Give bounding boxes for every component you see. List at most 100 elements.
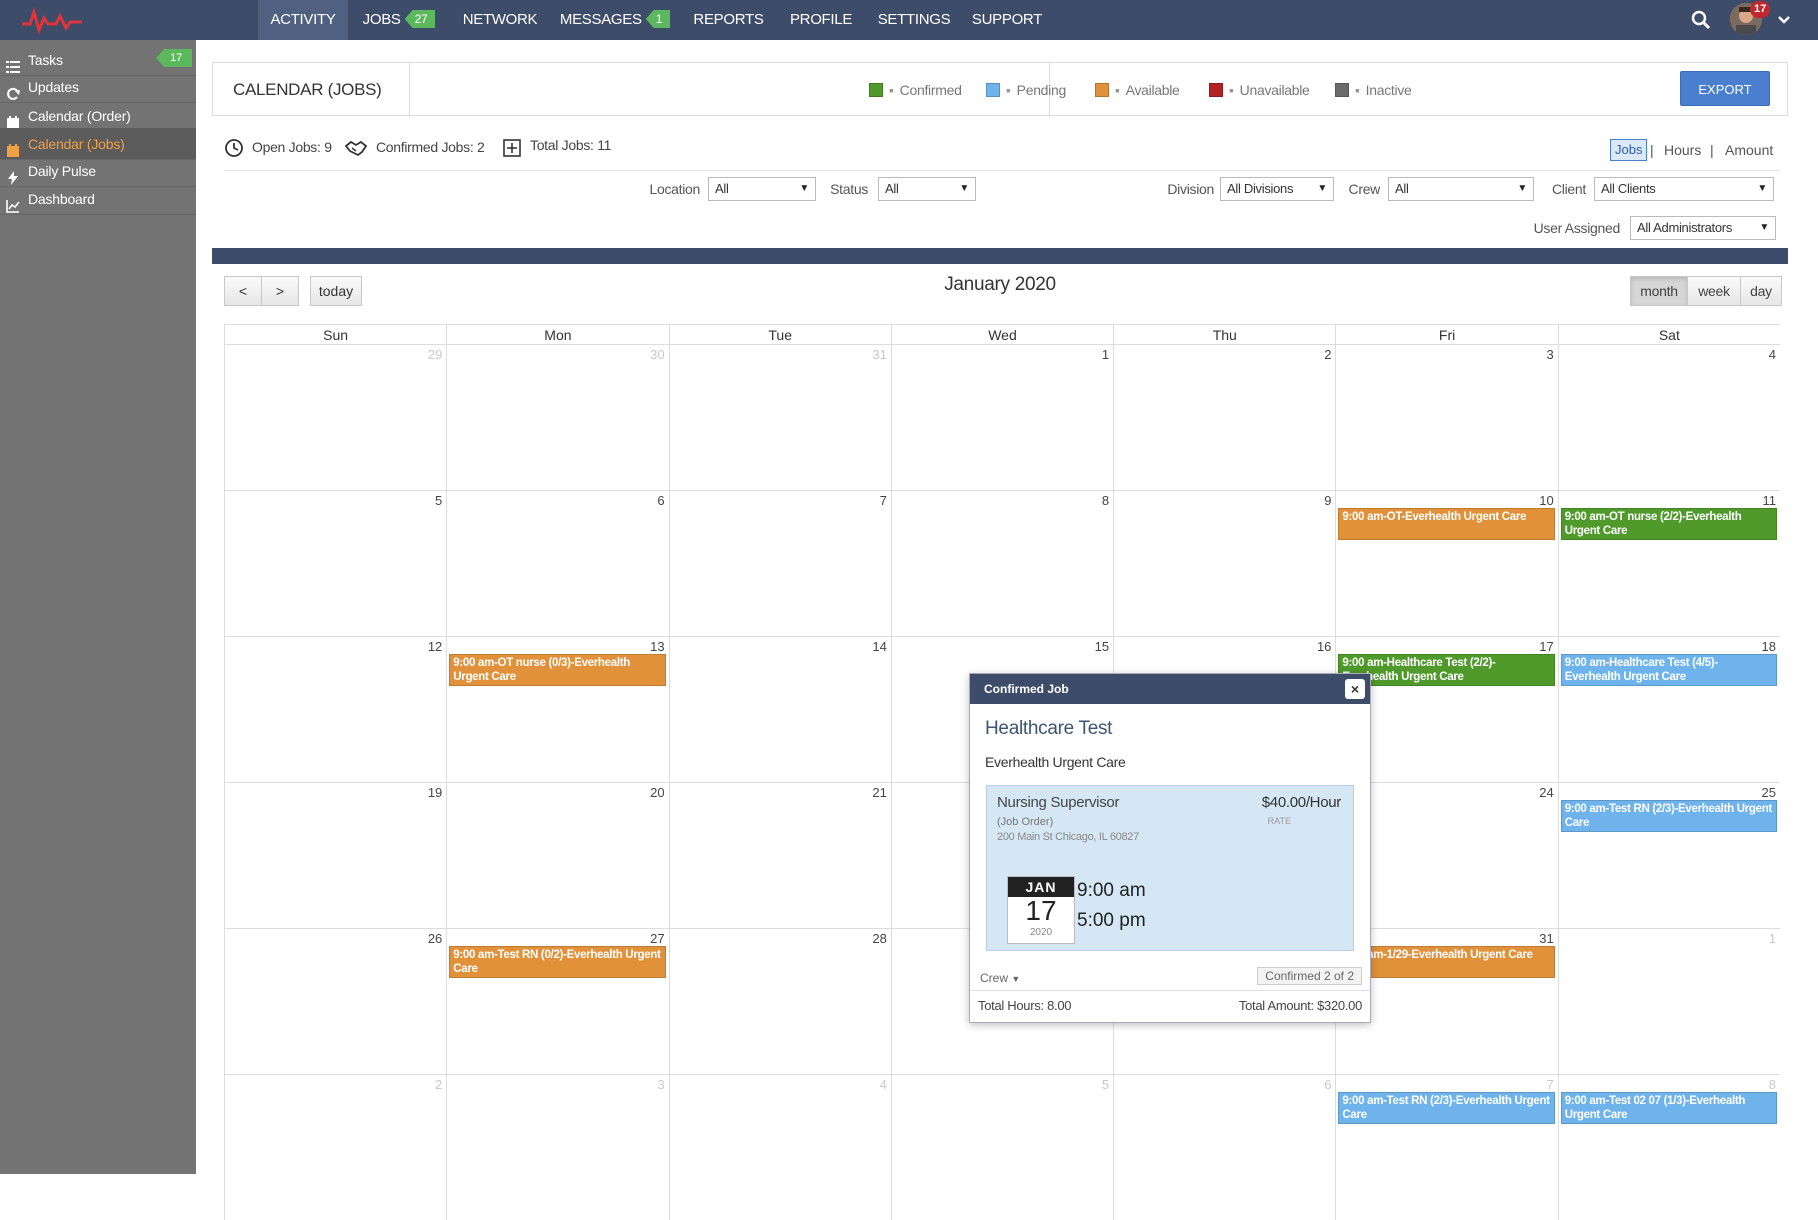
logo-icon[interactable] (22, 6, 92, 34)
popup-header: Confirmed Job (970, 674, 1370, 704)
location-select[interactable]: All ▼ (708, 177, 816, 201)
nav-label: PROFILE (789, 11, 853, 28)
calendar-event[interactable]: 9:00 am-Test RN (2/3)-Everhealth Urgent … (1338, 1092, 1555, 1124)
calendar-event[interactable]: 9:00 am-Test RN (2/3)-Everhealth Urgent … (1560, 800, 1777, 832)
sidebar-item-dashboard[interactable]: Dashboard (0, 183, 196, 215)
day-number: 5 (435, 493, 443, 508)
crew-dropdown[interactable]: Crew ▼ (980, 971, 1020, 985)
day-number: 4 (879, 1077, 887, 1092)
sidebar-item-label: Dashboard (28, 191, 95, 207)
nav-item-messages[interactable]: MESSAGES 1 (550, 0, 680, 40)
day-number: 9 (1324, 493, 1332, 508)
division-select[interactable]: All Divisions ▼ (1220, 177, 1334, 201)
day-cell[interactable]: 28 (668, 928, 891, 1074)
calendar-event[interactable]: 9:00 am-Healthcare Test (4/5)-Everhealth… (1560, 654, 1777, 686)
popup-title: Healthcare Test (985, 718, 1113, 739)
day-cell[interactable]: 12 (224, 636, 447, 782)
job-popup: Confirmed Job × Healthcare Test Everheal… (969, 673, 1371, 1023)
day-cell[interactable]: 5 (890, 1074, 1114, 1220)
view-month-button[interactable]: month (1630, 276, 1688, 306)
day-cell[interactable]: 4 (668, 1074, 891, 1220)
toggle-amount[interactable]: Amount (1725, 139, 1773, 161)
day-cell[interactable]: 6 (1113, 1074, 1336, 1220)
view-week-button[interactable]: week (1687, 276, 1741, 306)
calendar-event[interactable]: 9:00 am-OT-Everhealth Urgent Care (1338, 508, 1555, 540)
calendar-event[interactable]: 9:00 am-OT nurse (2/2)-Everhealth Urgent… (1560, 508, 1777, 540)
nav-label: REPORTS (693, 11, 764, 28)
today-button[interactable]: today (310, 276, 362, 306)
day-cell[interactable]: 6 (446, 490, 669, 636)
sidebar-item-updates[interactable]: Updates (0, 71, 196, 103)
calendar-event[interactable]: 9:00 am-Test RN (0/2)-Everhealth Urgent … (449, 946, 666, 978)
legend-swatch (1209, 83, 1223, 97)
day-number: 20 (650, 785, 665, 800)
day-cell[interactable]: 3 (446, 1074, 669, 1220)
day-number: 25 (1761, 785, 1776, 800)
day-number: 19 (427, 785, 443, 800)
legend-swatch (1095, 83, 1109, 97)
user-assigned-select[interactable]: All Administrators ▼ (1630, 216, 1776, 240)
day-cell[interactable]: 29 (224, 344, 447, 490)
day-cell[interactable]: 19 (224, 782, 447, 928)
count-badge: 1 (645, 10, 671, 28)
day-cell[interactable]: 2 (1113, 344, 1336, 490)
day-number: 16 (1316, 639, 1332, 654)
nav-item-profile[interactable]: PROFILE (777, 0, 865, 40)
nav-item-activity[interactable]: ACTIVITY (258, 0, 348, 40)
sidebar-item-label: Updates (28, 79, 79, 95)
legend-swatch (986, 83, 1000, 97)
prev-month-button[interactable]: < (224, 276, 262, 306)
nav-item-jobs[interactable]: JOBS 27 (348, 0, 450, 40)
day-cell[interactable]: 20 (446, 782, 669, 928)
day-cell[interactable]: 7 (668, 490, 891, 636)
divider (409, 63, 410, 117)
day-cell[interactable]: 14 (668, 636, 891, 782)
day-cell[interactable]: 21 (668, 782, 891, 928)
crew-select[interactable]: All ▼ (1388, 177, 1534, 201)
day-cell[interactable]: 1 (890, 344, 1114, 490)
legend-label: Available (1125, 82, 1180, 98)
day-cell[interactable]: 4 (1557, 344, 1780, 490)
day-number: 30 (650, 347, 665, 362)
weekday-header: Thu (1113, 324, 1336, 344)
caret-down-icon: ▼ (1757, 183, 1767, 194)
view-day-button[interactable]: day (1740, 276, 1782, 306)
close-icon[interactable]: × (1345, 679, 1365, 699)
day-number: 4 (1768, 347, 1776, 362)
day-number: 21 (872, 785, 887, 800)
day-cell[interactable]: 26 (224, 928, 447, 1074)
client-label: Client (1552, 181, 1586, 197)
status-select[interactable]: All ▼ (878, 177, 976, 201)
day-cell[interactable]: 30 (446, 344, 669, 490)
day-cell[interactable]: 31 (668, 344, 891, 490)
export-button[interactable]: EXPORT (1680, 71, 1770, 106)
day-number: 3 (657, 1077, 665, 1092)
nav-item-settings[interactable]: SETTINGS (865, 0, 963, 40)
calendar-event[interactable]: 9:00 am-OT nurse (0/3)-Everhealth Urgent… (449, 654, 666, 686)
nav-item-network[interactable]: NETWORK (450, 0, 550, 40)
nav-item-support[interactable]: SUPPORT (963, 0, 1051, 40)
calendar-event[interactable]: 9:00 am-Test 02 07 (1/3)-Everhealth Urge… (1560, 1092, 1777, 1124)
day-cell[interactable]: 8 (890, 490, 1114, 636)
day-cell[interactable]: 2 (224, 1074, 447, 1220)
toggle-hours[interactable]: Hours (1664, 139, 1701, 161)
day-cell[interactable]: 9 (1113, 490, 1336, 636)
end-time: 5:00 pm (1077, 910, 1146, 931)
search-icon[interactable] (1690, 9, 1712, 31)
chevron-down-icon[interactable] (1776, 12, 1792, 28)
day-cell[interactable]: 3 (1335, 344, 1558, 490)
nav-label: ACTIVITY (270, 11, 336, 28)
sidebar-item-label: Calendar (Order) (28, 108, 131, 124)
day-cell[interactable]: 5 (224, 490, 447, 636)
weekday-header: Tue (668, 324, 891, 344)
day-cell[interactable]: 1 (1557, 928, 1780, 1074)
nav-label: MESSAGES (559, 11, 642, 28)
day-number: 12 (427, 639, 443, 654)
next-month-button[interactable]: > (261, 276, 299, 306)
nav-label: SETTINGS (877, 11, 951, 28)
toggle-jobs[interactable]: Jobs (1610, 139, 1648, 161)
day-number: 5 (1101, 1077, 1110, 1092)
day-number: 31 (1539, 931, 1554, 946)
client-select[interactable]: All Clients ▼ (1594, 177, 1774, 201)
nav-item-reports[interactable]: REPORTS (680, 0, 777, 40)
